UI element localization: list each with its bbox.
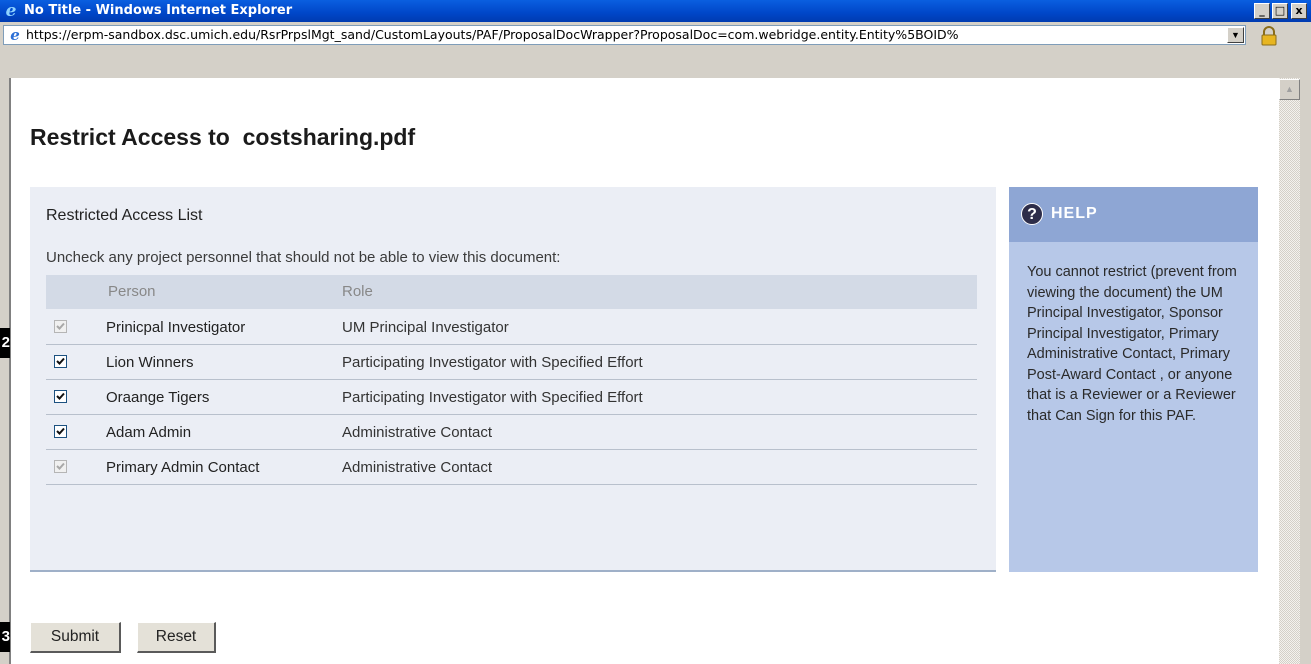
page-icon: e <box>10 26 20 44</box>
close-button[interactable]: x <box>1291 3 1307 19</box>
row-checkbox[interactable] <box>54 390 67 403</box>
person-role: UM Principal Investigator <box>342 319 509 336</box>
table-header <box>46 275 977 309</box>
help-title: HELP <box>1051 205 1098 222</box>
window-title-bar: e No Title - Windows Internet Explorer _… <box>0 0 1311 22</box>
person-name: Lion Winners <box>106 354 194 371</box>
table-row: Prinicpal Investigator UM Principal Inves… <box>46 310 977 345</box>
person-role: Participating Investigator with Specifie… <box>342 354 643 371</box>
callout-marker-3: 3 <box>0 622 10 652</box>
callout-marker-2: 2 <box>0 328 10 358</box>
address-url[interactable]: https://erpm-sandbox.dsc.umich.edu/RsrPr… <box>26 27 1221 43</box>
section-title: Restricted Access List <box>46 207 203 224</box>
table-row: Adam Admin Administrative Contact <box>46 415 977 450</box>
row-checkbox <box>54 320 67 333</box>
person-name: Prinicpal Investigator <box>106 319 246 336</box>
table-row: Lion Winners Participating Investigator w… <box>46 345 977 380</box>
person-role: Administrative Contact <box>342 424 493 441</box>
help-header <box>1009 187 1258 242</box>
page-title: Restrict Access to costsharing.pdf <box>30 124 416 150</box>
help-text: You cannot restrict (prevent from viewin… <box>1027 264 1237 424</box>
column-header-person: Person <box>108 283 156 300</box>
table-row: Oraange Tigers Participating Investigator… <box>46 380 977 415</box>
column-header-role: Role <box>342 283 373 300</box>
person-name: Oraange Tigers <box>106 389 210 406</box>
help-question-icon: ? <box>1021 203 1043 225</box>
window-right-frame <box>1300 78 1311 664</box>
row-checkbox[interactable] <box>54 425 67 438</box>
address-dropdown-button[interactable]: ▼ <box>1227 27 1244 43</box>
internet-explorer-icon: e <box>5 1 17 21</box>
maximize-button[interactable]: □ <box>1272 3 1288 19</box>
window-left-frame-shadow <box>9 78 11 664</box>
lock-icon[interactable] <box>1259 26 1279 46</box>
address-field[interactable]: e https://erpm-sandbox.dsc.umich.edu/Rsr… <box>3 25 1246 45</box>
person-name: Primary Admin Contact <box>106 459 260 476</box>
submit-button[interactable]: Submit <box>30 622 121 653</box>
table-row: Primary Admin Contact Administrative Cont… <box>46 450 977 485</box>
row-checkbox[interactable] <box>54 355 67 368</box>
window-title: No Title - Windows Internet Explorer <box>24 3 293 18</box>
scroll-up-button[interactable]: ▲ <box>1279 79 1300 100</box>
person-name: Adam Admin <box>106 424 192 441</box>
reset-button[interactable]: Reset <box>137 622 216 653</box>
minimize-button[interactable]: _ <box>1254 3 1270 19</box>
instructions-text: Uncheck any project personnel that shoul… <box>46 249 561 266</box>
row-checkbox <box>54 460 67 473</box>
vertical-scrollbar[interactable] <box>1279 78 1300 664</box>
person-role: Participating Investigator with Specifie… <box>342 389 643 406</box>
person-role: Administrative Contact <box>342 459 493 476</box>
